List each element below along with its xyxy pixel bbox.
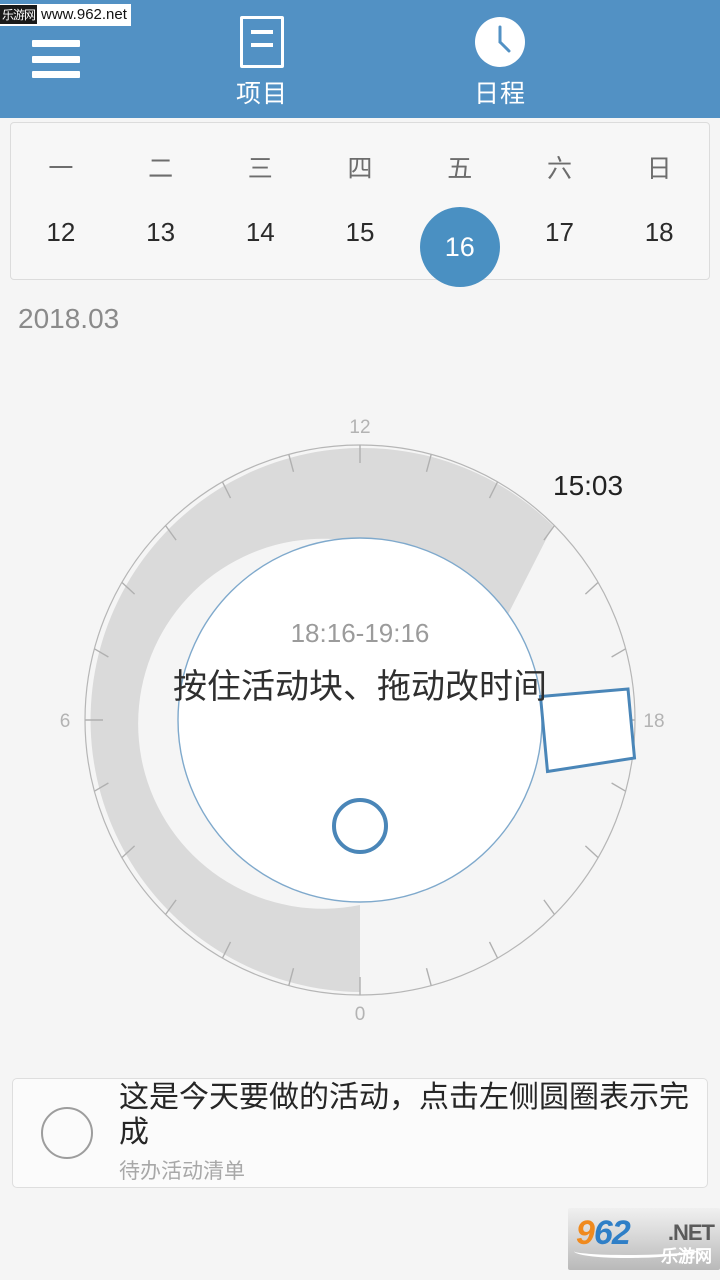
tab-projects-label: 项目 bbox=[235, 80, 288, 108]
document-line bbox=[251, 43, 273, 47]
calendar-weekday-label: 三 bbox=[247, 155, 273, 183]
calendar-day-cell[interactable]: 16 bbox=[410, 207, 510, 287]
schedule-dial[interactable]: 12 18 0 6 18:16-19:16 按住活动块、拖动改时间 15:03 bbox=[40, 400, 680, 1040]
dial-center-time-range: 18:16-19:16 bbox=[291, 618, 430, 648]
calendar-day-17[interactable]: 17 bbox=[534, 207, 584, 257]
document-icon bbox=[240, 16, 284, 68]
calendar-weekday-cell: 六 bbox=[510, 149, 610, 185]
calendar-weekday-cell: 二 bbox=[111, 149, 211, 185]
hamburger-bar bbox=[32, 40, 80, 47]
calendar-day-row: 12 13 14 15 16 17 18 bbox=[11, 207, 709, 287]
calendar-weekday-row: 一 二 三 四 五 六 日 bbox=[11, 149, 709, 185]
calendar-day-cell[interactable]: 15 bbox=[310, 207, 410, 287]
tab-schedule-label: 日程 bbox=[473, 80, 526, 108]
calendar-week-strip[interactable]: 一 二 三 四 五 六 日 12 13 14 15 16 17 18 bbox=[10, 122, 710, 287]
calendar-weekday-cell: 四 bbox=[310, 149, 410, 185]
calendar-weekday-label: 四 bbox=[347, 155, 373, 183]
dial-current-time-label: 15:03 bbox=[553, 470, 623, 501]
dial-hour-label-18: 18 bbox=[643, 711, 664, 732]
calendar-weekday-label: 一 bbox=[48, 155, 74, 183]
calendar-weekday-cell: 三 bbox=[210, 149, 310, 185]
dial-hour-label-6: 6 bbox=[60, 711, 71, 732]
month-label: 2018.03 bbox=[18, 303, 120, 334]
tab-schedule[interactable]: 日程 bbox=[420, 16, 580, 110]
todo-text-group: 这是今天要做的活动，点击左侧圆圈表示完成 待办活动清单 bbox=[119, 1081, 707, 1185]
watermark-logo-cn: 乐游网 bbox=[661, 1247, 712, 1266]
watermark-top-url: www.962.net bbox=[41, 6, 127, 23]
calendar-day-cell[interactable]: 14 bbox=[210, 207, 310, 287]
todo-subtitle: 待办活动清单 bbox=[119, 1160, 245, 1183]
calendar-weekday-label: 日 bbox=[646, 155, 672, 183]
tab-projects[interactable]: 项目 bbox=[182, 16, 342, 110]
calendar-day-18[interactable]: 18 bbox=[634, 207, 684, 257]
hamburger-bar bbox=[32, 55, 80, 63]
hamburger-bar bbox=[32, 71, 80, 78]
todo-title: 这是今天要做的活动，点击左侧圆圈表示完成 bbox=[119, 1081, 689, 1149]
calendar-day-16-selected[interactable]: 16 bbox=[419, 207, 500, 287]
calendar-day-14[interactable]: 14 bbox=[235, 207, 285, 257]
clock-icon bbox=[475, 17, 525, 67]
circle-checkbox-icon[interactable] bbox=[41, 1107, 93, 1159]
calendar-weekday-cell: 五 bbox=[410, 149, 510, 185]
calendar-day-cell[interactable]: 17 bbox=[510, 207, 610, 287]
dial-hour-label-0: 0 bbox=[355, 1004, 366, 1025]
calendar-weekday-cell: 一 bbox=[11, 149, 111, 185]
document-line bbox=[251, 30, 273, 34]
calendar-day-15[interactable]: 15 bbox=[335, 207, 385, 257]
watermark-top: 乐游网 www.962.net bbox=[0, 4, 131, 26]
app-screen: 项目 日程 一 二 三 四 五 六 日 12 13 14 15 16 17 18… bbox=[0, 0, 720, 1280]
watermark-top-badge: 乐游网 bbox=[0, 5, 38, 24]
dial-hour-label-12: 12 bbox=[349, 417, 370, 438]
calendar-day-13[interactable]: 13 bbox=[136, 207, 186, 257]
calendar-weekday-label: 六 bbox=[546, 155, 572, 183]
watermark-logo: 962 .NET 乐游网 bbox=[568, 1208, 720, 1270]
calendar-day-cell[interactable]: 13 bbox=[111, 207, 211, 287]
calendar-day-cell[interactable]: 12 bbox=[11, 207, 111, 287]
calendar-weekday-label: 二 bbox=[148, 155, 174, 183]
calendar-weekday-cell: 日 bbox=[609, 149, 709, 185]
calendar-weekday-label: 五 bbox=[447, 155, 473, 183]
dial-center-hint: 按住活动块、拖动改时间 bbox=[173, 668, 547, 706]
dial-inner-disc bbox=[177, 537, 543, 903]
hamburger-menu-icon[interactable] bbox=[32, 40, 80, 78]
activity-block[interactable] bbox=[538, 687, 637, 774]
todo-activity-card[interactable]: 这是今天要做的活动，点击左侧圆圈表示完成 待办活动清单 bbox=[12, 1078, 708, 1188]
calendar-day-12[interactable]: 12 bbox=[36, 207, 86, 257]
calendar-day-cell[interactable]: 18 bbox=[609, 207, 709, 287]
